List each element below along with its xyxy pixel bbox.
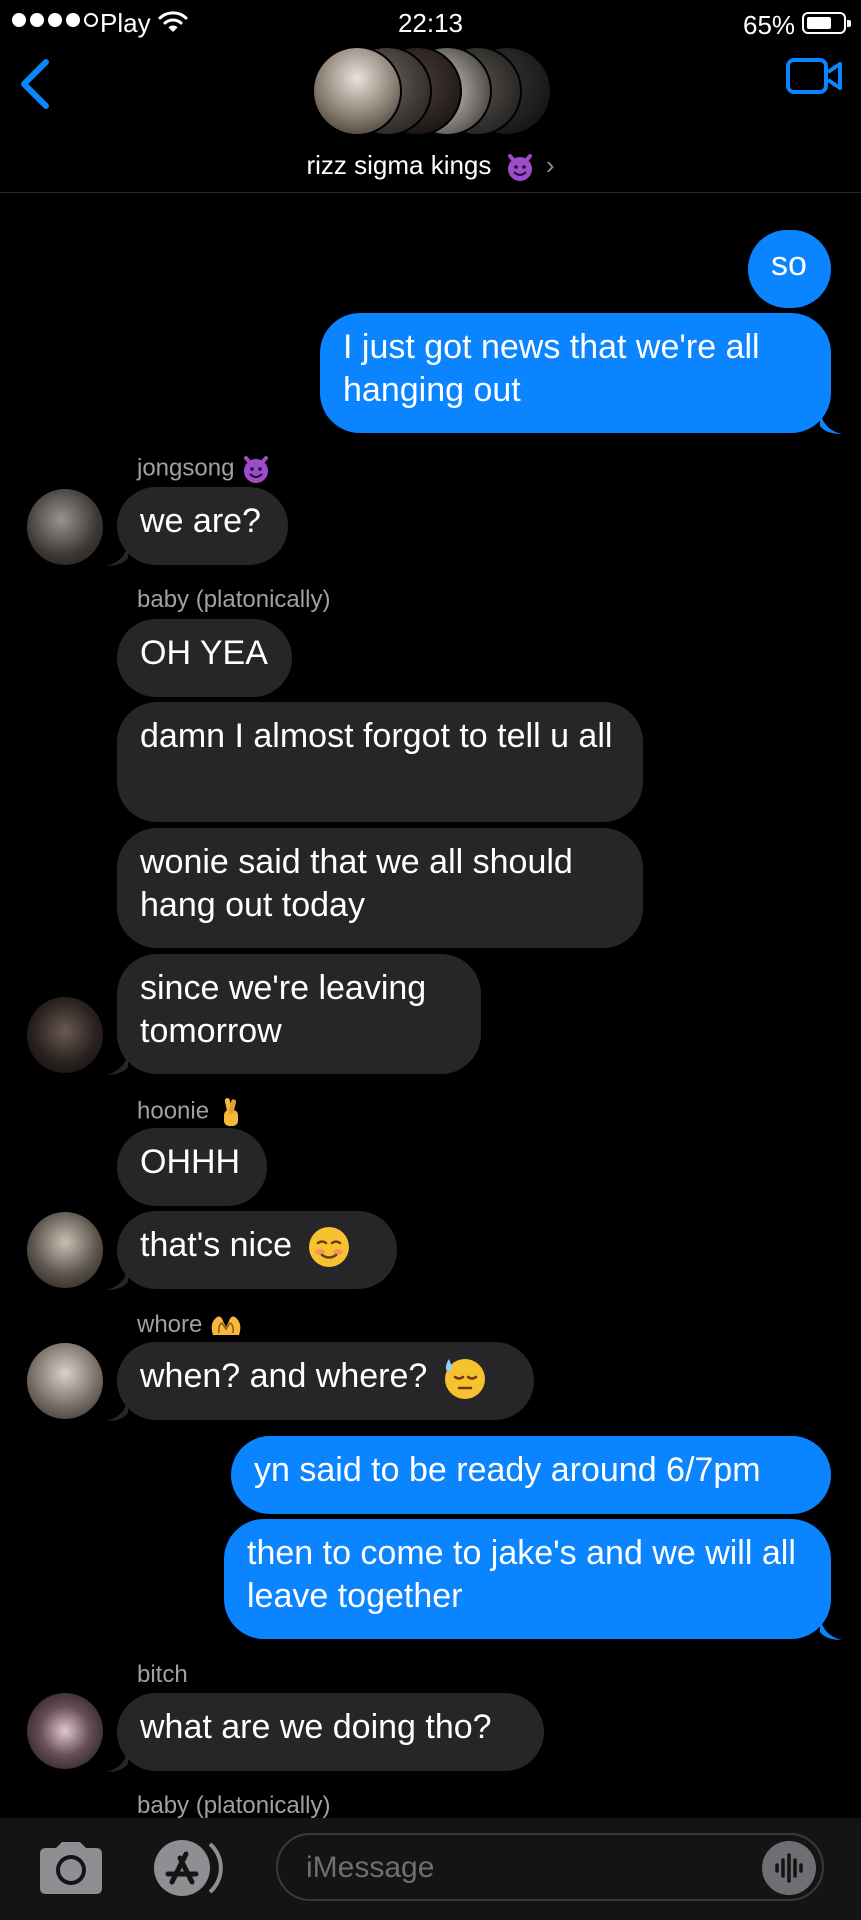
avatar[interactable] — [27, 1343, 103, 1419]
smiling-face-icon — [309, 1227, 350, 1268]
smiling-devil-icon — [507, 154, 532, 182]
received-message[interactable]: OHHH — [117, 1128, 267, 1206]
message-input[interactable]: iMessage — [276, 1833, 824, 1901]
bubble-tail — [106, 1053, 128, 1075]
sent-message[interactable]: then to come to jake's and we will all l… — [224, 1519, 831, 1639]
composer-bar: iMessage — [0, 1818, 861, 1920]
sent-message[interactable]: yn said to be ready around 6/7pm — [231, 1436, 831, 1514]
conversation-header: rizz sigma kings › — [0, 46, 861, 193]
received-message[interactable]: since we're leaving tomorrow — [117, 954, 481, 1074]
back-chevron-icon[interactable] — [16, 56, 56, 112]
avatar[interactable] — [27, 489, 103, 565]
received-message[interactable]: OH YEA — [117, 619, 292, 697]
battery-percentage: 65% — [743, 10, 796, 40]
group-avatar-stack[interactable] — [312, 46, 552, 138]
received-message[interactable]: what are we doing tho? — [117, 1693, 544, 1771]
avatar[interactable] — [27, 1212, 103, 1288]
bubble-tail — [106, 1399, 128, 1421]
status-bar: Play 22:13 65% — [0, 0, 861, 46]
sender-name: baby (platonically) — [137, 586, 331, 613]
battery-icon — [802, 12, 851, 34]
bubble-tail — [106, 1750, 128, 1772]
message-input-placeholder: iMessage — [306, 1851, 435, 1884]
crossed-fingers-icon — [223, 1098, 238, 1126]
group-name[interactable]: rizz sigma kings › — [0, 150, 861, 182]
avatar — [312, 46, 402, 136]
clock: 22:13 — [397, 8, 464, 38]
sender-name: hoonie — [137, 1096, 244, 1128]
received-message[interactable]: that's nice — [117, 1211, 397, 1289]
camera-icon[interactable] — [36, 1840, 106, 1896]
waveform-icon — [775, 1853, 803, 1883]
sender-name: baby (platonically) — [137, 1792, 331, 1819]
app-store-icon[interactable] — [150, 1836, 230, 1900]
bubble-tail — [820, 412, 842, 434]
bubble-tail — [820, 1618, 842, 1640]
sent-message[interactable]: I just got news that we're all hanging o… — [320, 313, 831, 433]
received-message[interactable]: wonie said that we all should hang out t… — [117, 828, 643, 948]
sent-message[interactable]: so — [748, 230, 831, 308]
received-message[interactable]: we are? — [117, 487, 288, 565]
sender-name: jongsong — [137, 454, 271, 484]
bubble-tail — [106, 544, 128, 566]
heart-hands-icon — [211, 1316, 241, 1335]
sender-name: whore — [137, 1311, 243, 1339]
bubble-tail — [106, 1268, 128, 1290]
received-message[interactable]: when? and where? — [117, 1342, 534, 1420]
avatar[interactable] — [27, 997, 103, 1073]
sender-name: bitch — [137, 1661, 188, 1688]
audio-message-button[interactable] — [762, 1841, 816, 1895]
chevron-right-icon: › — [545, 150, 555, 180]
facetime-video-icon[interactable] — [786, 56, 844, 96]
received-message[interactable]: damn I almost forgot to tell u all — [117, 702, 643, 822]
smiling-devil-icon — [244, 456, 269, 483]
downcast-face-with-sweat-icon — [444, 1359, 485, 1400]
avatar[interactable] — [27, 1693, 103, 1769]
group-name-label: rizz sigma kings — [306, 150, 492, 180]
